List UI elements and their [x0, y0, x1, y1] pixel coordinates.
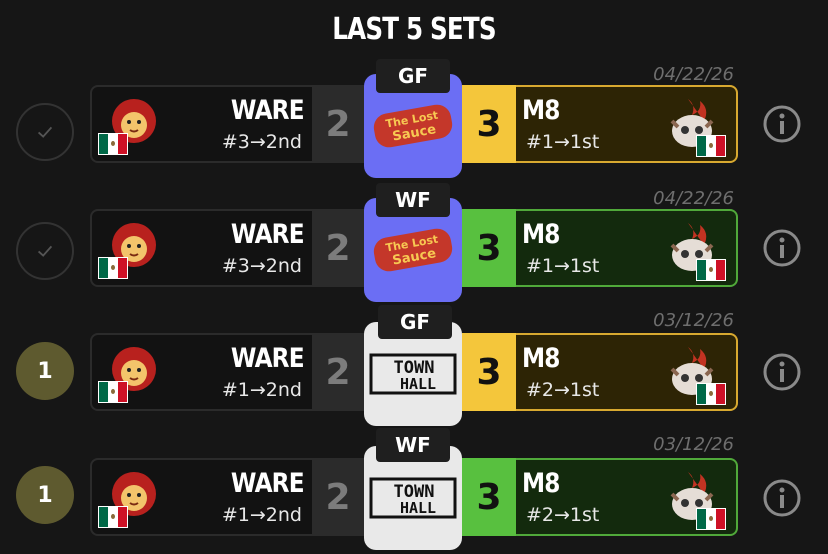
player1-seed: #1→2nd [221, 504, 302, 526]
page-title: LAST 5 SETS [332, 12, 496, 47]
player1-name: WARE [231, 95, 305, 126]
player2-card[interactable]: M8 #1→1st [516, 209, 738, 287]
mexico-flag-icon [696, 259, 726, 281]
player1-name: WARE [231, 468, 305, 499]
player2-seed: #1→1st [526, 255, 600, 277]
player1-name: WARE [231, 219, 305, 250]
set-row: 04/22/26 WARE #3→2nd 2 The Lost Sauce WF… [0, 180, 828, 304]
round-label: WF [376, 428, 450, 462]
set-row: 03/12/26 1 WARE #1→2nd 2 TOWN HALL GF 3 … [0, 304, 828, 428]
the-lost-sauce-logo: The Lost Sauce [373, 104, 453, 148]
player1-seed: #3→2nd [221, 255, 302, 277]
player2-card[interactable]: M8 #1→1st [516, 85, 738, 163]
status-check [16, 103, 74, 161]
player2-name: M8 [522, 219, 560, 250]
mexico-flag-icon [696, 383, 726, 405]
mexico-flag-icon [696, 135, 726, 157]
player1-score: 2 [312, 209, 364, 287]
set-date: 04/22/26 [653, 64, 734, 85]
info-icon[interactable] [762, 478, 802, 518]
set-row: 03/12/26 1 WARE #1→2nd 2 TOWN HALL WF 3 … [0, 428, 828, 552]
mexico-flag-icon [98, 381, 128, 403]
player1-name: WARE [231, 343, 305, 374]
set-row: 04/22/26 WARE #3→2nd 2 The Lost Sauce GF… [0, 56, 828, 180]
player2-name: M8 [522, 95, 560, 126]
round-label: GF [378, 305, 452, 339]
player2-score: 3 [462, 458, 516, 536]
info-icon[interactable] [762, 104, 802, 144]
player2-score: 3 [462, 333, 516, 411]
status-count-badge: 1 [16, 466, 74, 524]
player2-seed: #2→1st [526, 504, 600, 526]
player2-card[interactable]: M8 #2→1st [516, 333, 738, 411]
player1-score: 2 [312, 85, 364, 163]
player2-seed: #1→1st [526, 131, 600, 153]
player1-card[interactable]: WARE #1→2nd [90, 333, 312, 411]
round-label: GF [376, 59, 450, 93]
set-date: 03/12/26 [653, 310, 734, 331]
set-date: 03/12/26 [653, 434, 734, 455]
player1-seed: #1→2nd [221, 379, 302, 401]
info-icon[interactable] [762, 352, 802, 392]
player2-seed: #2→1st [526, 379, 600, 401]
player2-card[interactable]: M8 #2→1st [516, 458, 738, 536]
player2-name: M8 [522, 343, 560, 374]
mexico-flag-icon [696, 508, 726, 530]
player1-score: 2 [312, 333, 364, 411]
player1-score: 2 [312, 458, 364, 536]
player2-name: M8 [522, 468, 560, 499]
town-hall-logo: TOWN HALL [369, 353, 457, 395]
event-logo-text-bottom: HALL [400, 499, 436, 517]
round-label: WF [376, 183, 450, 217]
player1-card[interactable]: WARE #1→2nd [90, 458, 312, 536]
event-logo-text-bottom: HALL [400, 375, 436, 393]
status-check [16, 222, 74, 280]
status-count-badge: 1 [16, 342, 74, 400]
mexico-flag-icon [98, 506, 128, 528]
info-icon[interactable] [762, 228, 802, 268]
player2-score: 3 [462, 209, 516, 287]
player1-seed: #3→2nd [221, 131, 302, 153]
mexico-flag-icon [98, 257, 128, 279]
player1-card[interactable]: WARE #3→2nd [90, 85, 312, 163]
check-icon [37, 245, 53, 257]
player2-score: 3 [462, 85, 516, 163]
town-hall-logo: TOWN HALL [369, 477, 457, 519]
check-icon [37, 126, 53, 138]
player1-card[interactable]: WARE #3→2nd [90, 209, 312, 287]
mexico-flag-icon [98, 133, 128, 155]
set-date: 04/22/26 [653, 188, 734, 209]
the-lost-sauce-logo: The Lost Sauce [373, 228, 453, 272]
